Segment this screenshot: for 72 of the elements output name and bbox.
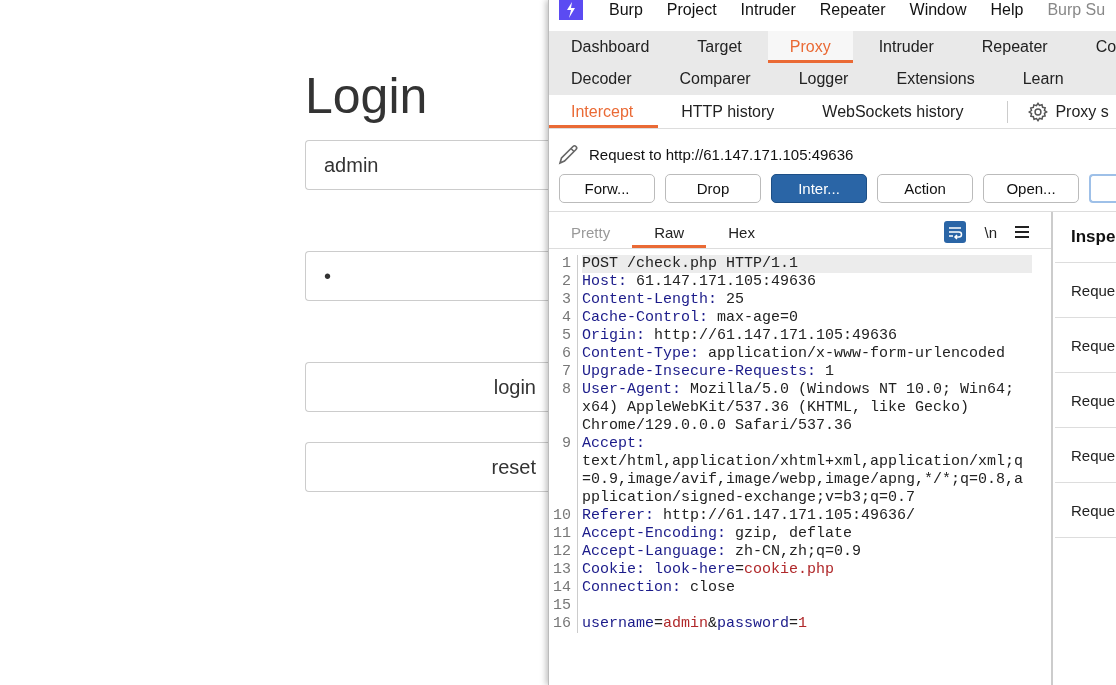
menu-item[interactable]: Window [909, 1, 967, 19]
inspector-row[interactable]: Reque [1055, 263, 1116, 318]
code-line: username=admin&password=1 [582, 615, 809, 633]
menu-item[interactable]: Project [666, 1, 717, 19]
sub-tab[interactable]: WebSockets history [800, 95, 989, 128]
sub-tab[interactable]: HTTP history [659, 95, 800, 128]
line-number: 1 [549, 255, 578, 273]
tool-tab[interactable]: Intruder [856, 31, 956, 63]
line-number: 13 [549, 561, 578, 579]
inspector-row[interactable]: Reque [1055, 428, 1116, 483]
action-button[interactable]: Drop [665, 174, 761, 203]
code-line: Cookie: look-here=cookie.php [582, 561, 836, 579]
wrap-icon[interactable] [944, 221, 967, 243]
line-number: 10 [549, 507, 578, 525]
password-field[interactable]: • [305, 251, 548, 301]
line-number: 14 [549, 579, 578, 597]
menu-item[interactable]: Help [990, 1, 1024, 19]
code-line: Origin: http://61.147.171.105:49636 [582, 327, 899, 345]
line-number: 9 [549, 435, 578, 507]
line-number: 12 [549, 543, 578, 561]
line-number: 8 [549, 381, 578, 435]
tool-tab[interactable]: Comparer [657, 63, 773, 95]
action-button[interactable]: Inter... [771, 174, 867, 203]
menu-item[interactable]: Intruder [740, 1, 796, 19]
newline-toggle[interactable]: \n [984, 223, 997, 241]
menu-item[interactable]: Burp [609, 1, 643, 19]
code-line: Upgrade-Insecure-Requests: 1 [582, 363, 836, 381]
line-number: 6 [549, 345, 578, 363]
editor-tab[interactable]: Raw [632, 216, 707, 248]
username-field[interactable]: admin [305, 140, 548, 190]
inspector-row[interactable]: Reque [1055, 483, 1116, 538]
form-button[interactable]: login [305, 362, 548, 412]
line-number: 4 [549, 309, 578, 327]
inspector-row[interactable]: Reque [1055, 318, 1116, 373]
line-number: 2 [549, 273, 578, 291]
code-line: Connection: close [582, 579, 737, 597]
code-line: Accept-Encoding: gzip, deflate [582, 525, 854, 543]
menu-item[interactable]: Repeater [819, 1, 886, 19]
page-title: Login [305, 67, 429, 126]
tool-tab[interactable]: Learn [1000, 63, 1086, 95]
line-number: 11 [549, 525, 578, 543]
code-line: Referer: http://61.147.171.105:49636/ [582, 507, 917, 525]
code-line: Content-Type: application/x-www-form-urlencoded [582, 345, 1007, 363]
line-number: 7 [549, 363, 578, 381]
tool-tab[interactable]: Dashboard [549, 31, 672, 63]
settings-icon[interactable] [1027, 100, 1050, 123]
code-line: Accept-Language: zh-CN,zh;q=0.9 [582, 543, 863, 561]
form-button[interactable]: reset [305, 442, 548, 492]
action-button[interactable]: Action [877, 174, 973, 203]
tool-tab[interactable]: Decoder [549, 63, 654, 95]
app-title: Burp Su [1047, 1, 1106, 19]
code-line: Cache-Control: max-age=0 [582, 309, 800, 327]
line-number: 5 [549, 327, 578, 345]
line-number: 16 [549, 615, 578, 633]
line-number: 15 [549, 597, 578, 615]
inspector-row[interactable]: Reque [1055, 373, 1116, 428]
editor-tab[interactable]: Hex [706, 216, 777, 248]
tool-tab[interactable]: Logger [776, 63, 871, 95]
tool-tab[interactable]: Co [1073, 31, 1116, 63]
code-line: Content-Length: 25 [582, 291, 746, 309]
code-line: Host: 61.147.171.105:49636 [582, 273, 818, 291]
inspector-title: Inspe [1055, 212, 1116, 263]
request-title: Request to http://61.147.171.105:49636 [589, 145, 854, 163]
tool-tab[interactable]: Repeater [959, 31, 1070, 63]
tool-tab[interactable]: Target [675, 31, 764, 63]
tool-tab[interactable]: Extensions [874, 63, 997, 95]
action-button[interactable]: Forw... [559, 174, 655, 203]
action-button[interactable]: Open... [983, 174, 1079, 203]
line-number: 3 [549, 291, 578, 309]
menu-icon[interactable] [1015, 226, 1029, 238]
code-line: User-Agent: Mozilla/5.0 (Windows NT 10.0; Win64; x64) AppleWebKit/537.36 (KHTML, like Gecko) Chrome/129.0.0.0 Safari/537.36 [582, 381, 1016, 435]
proxy-settings-label[interactable]: Proxy s [1055, 102, 1109, 121]
